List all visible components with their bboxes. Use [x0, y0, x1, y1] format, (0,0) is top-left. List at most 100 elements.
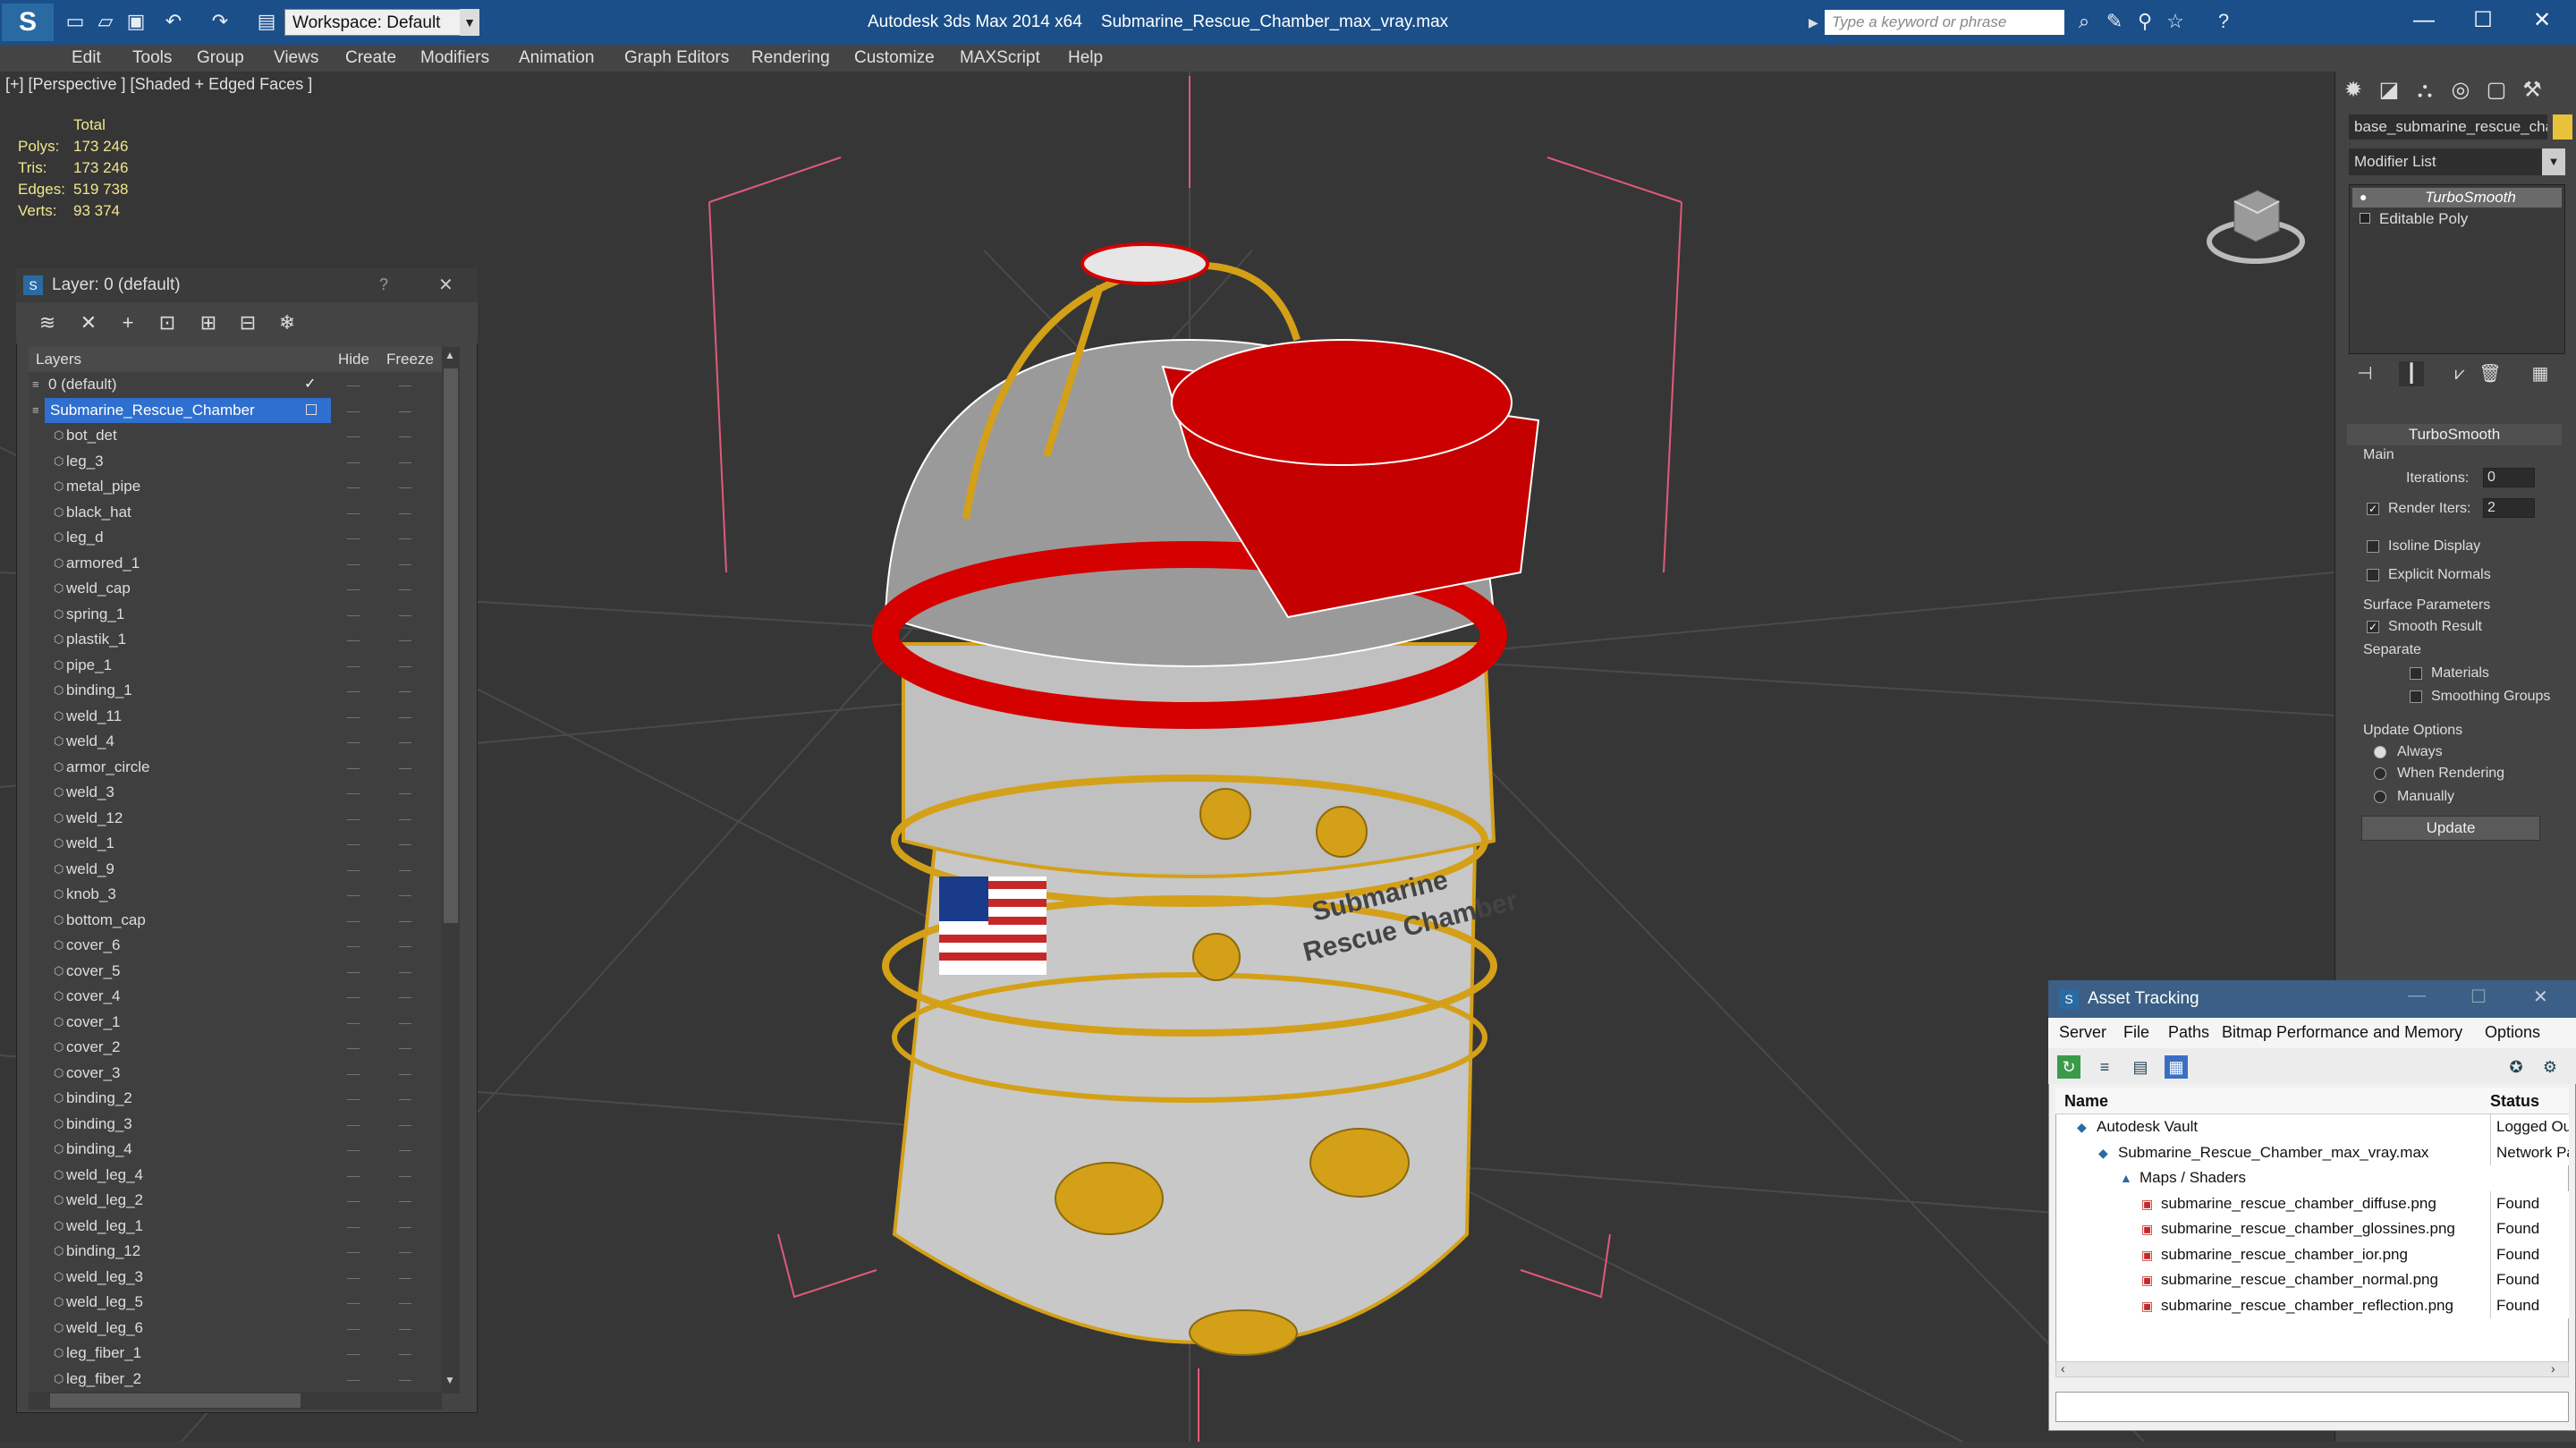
layer-row[interactable]: ⬡ weld_leg_4 — — [29, 1163, 442, 1189]
hide-toggle[interactable]: — [347, 1112, 360, 1138]
minimize-button[interactable]: — [2397, 5, 2451, 36]
scroll-down-icon[interactable]: ▼ [445, 1374, 457, 1390]
redo-icon[interactable]: ↷ [208, 9, 233, 34]
freeze-toggle[interactable]: — [399, 678, 411, 704]
layer-row-name[interactable]: pipe_1 [66, 653, 112, 679]
hide-toggle[interactable]: — [347, 576, 360, 602]
freeze-toggle[interactable]: — [399, 1035, 411, 1061]
layer-row-name[interactable]: cover_5 [66, 959, 120, 985]
layer-row-name[interactable]: weld_leg_1 [66, 1214, 143, 1240]
layer-row-name[interactable]: black_hat [66, 500, 131, 526]
layer-row[interactable]: ⬡ leg_3 — — [29, 449, 442, 475]
layer-row-name[interactable]: 0 (default) [48, 372, 117, 398]
configure-sets-icon[interactable]: ▦ [2528, 361, 2553, 386]
layer-row[interactable]: ⬡ leg_d — — [29, 525, 442, 551]
freeze-toggle[interactable]: — [399, 449, 411, 475]
motion-tab-icon[interactable]: ◎ [2445, 75, 2476, 106]
close-button[interactable]: ✕ [2515, 5, 2569, 36]
menu-graph-editors[interactable]: Graph Editors [624, 45, 729, 72]
freeze-toggle[interactable]: — [399, 704, 411, 730]
search-expand-icon[interactable]: ▶ [1809, 11, 1823, 34]
hide-toggle[interactable]: — [347, 959, 360, 985]
chevron-down-icon[interactable]: ▼ [2542, 148, 2565, 175]
layer-row-name[interactable]: binding_1 [66, 678, 132, 704]
hide-toggle[interactable]: — [347, 1265, 360, 1291]
asset-maximize-button[interactable]: ☐ [2470, 986, 2497, 1012]
freeze-toggle[interactable]: — [399, 474, 411, 500]
layer-row[interactable]: ⬡ leg_fiber_1 — — [29, 1341, 442, 1367]
layer-row[interactable]: ⬡ weld_leg_2 — — [29, 1188, 442, 1214]
freeze-toggle[interactable]: — [399, 1265, 411, 1291]
layer-row[interactable]: ⬡ binding_1 — — [29, 678, 442, 704]
search-input[interactable]: Type a keyword or phrase [1825, 10, 2064, 35]
menu-modifiers[interactable]: Modifiers [420, 45, 489, 72]
hide-toggle[interactable]: — [347, 857, 360, 883]
layer-row[interactable]: ⬡ weld_3 — — [29, 780, 442, 806]
layer-row-name[interactable]: binding_12 [66, 1239, 140, 1265]
hide-toggle[interactable]: — [347, 1316, 360, 1342]
hide-all-layers-icon[interactable]: ⊟ [234, 309, 261, 336]
layer-row-name[interactable]: cover_1 [66, 1010, 120, 1036]
freeze-toggle[interactable]: — [399, 500, 411, 526]
freeze-toggle[interactable]: — [399, 908, 411, 934]
hide-toggle[interactable]: — [347, 500, 360, 526]
freeze-toggle[interactable]: — [399, 882, 411, 908]
freeze-toggle[interactable]: — [399, 602, 411, 628]
freeze-toggle[interactable]: — [399, 372, 411, 398]
display-tab-icon[interactable]: ▢ [2481, 75, 2512, 106]
asset-row[interactable]: ▣ submarine_rescue_chamber_glossines.png F… [2055, 1216, 2569, 1242]
layer-row[interactable]: ⬡ weld_11 — — [29, 704, 442, 730]
list-view-icon[interactable]: ≡ [2093, 1055, 2116, 1079]
layer-row-name[interactable]: weld_1 [66, 831, 114, 857]
freeze-toggle[interactable]: — [399, 1061, 411, 1087]
submarine-rescue-chamber-model[interactable]: Submarine Rescue Chamber [872, 242, 1540, 1356]
hide-toggle[interactable]: — [347, 882, 360, 908]
layer-row[interactable]: ⬡ cover_1 — — [29, 1010, 442, 1036]
freeze-toggle[interactable]: — [399, 1290, 411, 1316]
open-file-icon[interactable]: ▱ [93, 9, 118, 34]
hide-toggle[interactable]: — [347, 1035, 360, 1061]
menu-customize[interactable]: Customize [854, 45, 935, 72]
layer-row-name[interactable]: weld_11 [66, 704, 122, 730]
menu-animation[interactable]: Animation [519, 45, 595, 72]
freeze-toggle[interactable]: — [399, 1367, 411, 1393]
isoline-checkbox[interactable] [2367, 540, 2379, 553]
select-objects-icon[interactable]: ⊡ [154, 309, 181, 336]
asset-row[interactable]: ▣ submarine_rescue_chamber_ior.png Found [2055, 1241, 2569, 1267]
asset-row[interactable]: ▲ Maps / Shaders [2055, 1165, 2569, 1191]
freeze-toggle[interactable]: — [399, 653, 411, 679]
layer-row[interactable]: ⬡ cover_6 — — [29, 933, 442, 959]
freeze-toggle[interactable]: — [399, 1214, 411, 1240]
modify-tab-icon[interactable]: ◪ [2374, 75, 2404, 106]
asset-name[interactable]: submarine_rescue_chamber_normal.png [2161, 1267, 2438, 1293]
layer-row[interactable]: ≡ 0 (default) — — ✓ [29, 372, 442, 398]
asset-row[interactable]: ▣ submarine_rescue_chamber_normal.png Foun… [2055, 1267, 2569, 1293]
layer-row[interactable]: ⬡ metal_pipe — — [29, 474, 442, 500]
layer-row-name[interactable]: leg_fiber_2 [66, 1367, 141, 1393]
layer-row[interactable]: ⬡ weld_12 — — [29, 806, 442, 832]
layer-row[interactable]: ⬡ binding_2 — — [29, 1086, 442, 1112]
menu-views[interactable]: Views [274, 45, 318, 72]
asset-name[interactable]: submarine_rescue_chamber_glossines.png [2161, 1216, 2455, 1242]
layer-row-name[interactable]: cover_2 [66, 1035, 120, 1061]
layer-row-name[interactable]: bottom_cap [66, 908, 146, 934]
menu-rendering[interactable]: Rendering [751, 45, 830, 72]
asset-row[interactable]: ▣ submarine_rescue_chamber_diffuse.png Fou… [2055, 1190, 2569, 1216]
hide-toggle[interactable]: — [347, 423, 360, 449]
layer-row[interactable]: ⬡ spring_1 — — [29, 602, 442, 628]
layer-row-name[interactable]: weld_cap [66, 576, 131, 602]
freeze-toggle[interactable]: — [399, 831, 411, 857]
freeze-toggle[interactable]: — [399, 1163, 411, 1189]
freeze-toggle[interactable]: — [399, 1112, 411, 1138]
remove-modifier-icon[interactable]: 🗑 [2478, 361, 2503, 386]
layer-row[interactable]: ⬡ cover_2 — — [29, 1035, 442, 1061]
table-view-icon[interactable]: ▦ [2165, 1055, 2188, 1079]
hide-toggle[interactable]: — [347, 398, 360, 424]
always-radio[interactable] [2374, 746, 2386, 758]
layer-row[interactable]: ⬡ weld_leg_5 — — [29, 1290, 442, 1316]
freeze-toggle[interactable]: — [399, 551, 411, 577]
layers-stack-icon[interactable]: ≋ [34, 309, 61, 336]
freeze-toggle[interactable]: — [399, 398, 411, 424]
layer-row-name[interactable]: leg_3 [66, 449, 104, 475]
new-file-icon[interactable]: ▭ [63, 9, 88, 34]
